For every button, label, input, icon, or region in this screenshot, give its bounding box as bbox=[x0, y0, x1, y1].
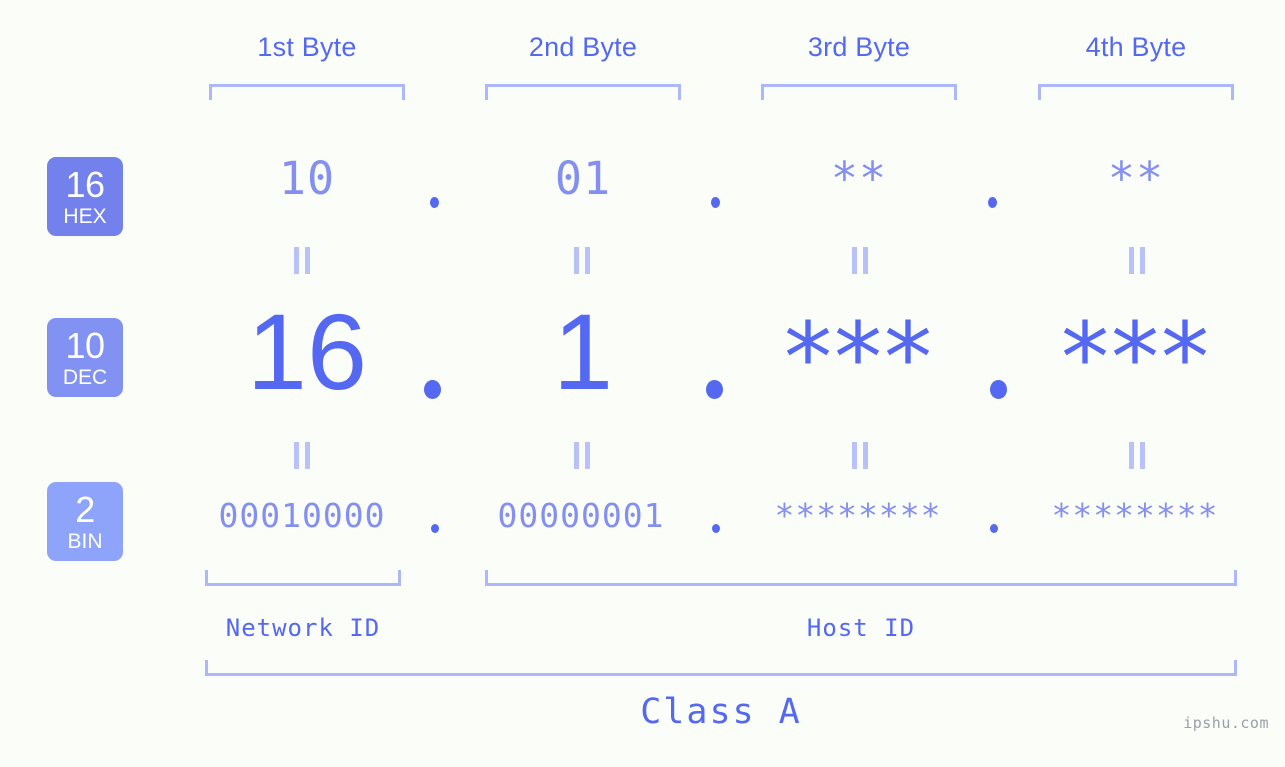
dec-byte-2: 1 bbox=[552, 291, 614, 412]
network-id-bracket bbox=[205, 570, 401, 586]
class-bracket bbox=[205, 660, 1237, 676]
equals-icon-dec-bin-3 bbox=[851, 442, 869, 469]
host-id-bracket bbox=[485, 570, 1237, 586]
equals-icon-hex-dec-2 bbox=[573, 247, 591, 274]
base-badge-bin-number: 2 bbox=[75, 488, 95, 530]
dec-byte-3: *** bbox=[784, 302, 934, 414]
byte-bracket-2 bbox=[485, 84, 681, 100]
equals-icon-hex-dec-1 bbox=[293, 247, 311, 274]
byte-header-4: 4th Byte bbox=[1085, 32, 1187, 62]
dec-byte-4: *** bbox=[1061, 302, 1211, 414]
equals-icon-dec-bin-4 bbox=[1128, 442, 1146, 469]
dec-byte-1: 16 bbox=[246, 291, 368, 412]
bin-byte-3: ******** bbox=[774, 496, 942, 535]
byte-bracket-3 bbox=[761, 84, 957, 100]
watermark: ipshu.com bbox=[1183, 714, 1269, 732]
equals-icon-dec-bin-2 bbox=[573, 442, 591, 469]
bin-byte-4: ******** bbox=[1051, 496, 1219, 535]
base-badge-hex: 16 HEX bbox=[47, 157, 123, 236]
base-badge-dec-name: DEC bbox=[62, 365, 108, 389]
byte-bracket-1 bbox=[209, 84, 405, 100]
byte-header-3: 3rd Byte bbox=[807, 32, 911, 62]
hex-byte-4: ** bbox=[1107, 152, 1165, 205]
equals-icon-hex-dec-4 bbox=[1128, 247, 1146, 274]
hex-separator-1 bbox=[430, 197, 439, 208]
bin-byte-2: 00000001 bbox=[497, 496, 665, 535]
byte-header-2: 2nd Byte bbox=[528, 32, 638, 62]
class-label: Class A bbox=[640, 692, 802, 732]
host-id-label: Host ID bbox=[806, 614, 916, 642]
ip-breakdown-diagram: 1st Byte 2nd Byte 3rd Byte 4th Byte 16 H… bbox=[0, 0, 1285, 767]
dec-separator-2 bbox=[706, 380, 723, 399]
dec-separator-1 bbox=[424, 380, 441, 399]
hex-byte-2: 01 bbox=[554, 152, 612, 205]
base-badge-hex-name: HEX bbox=[63, 204, 107, 228]
bin-separator-3 bbox=[990, 524, 998, 533]
dec-separator-3 bbox=[990, 380, 1007, 399]
equals-icon-dec-bin-1 bbox=[293, 442, 311, 469]
base-badge-bin-name: BIN bbox=[67, 529, 103, 553]
bin-byte-1: 00010000 bbox=[218, 496, 386, 535]
hex-separator-2 bbox=[711, 197, 720, 208]
hex-byte-1: 10 bbox=[278, 152, 336, 205]
equals-icon-hex-dec-3 bbox=[851, 247, 869, 274]
byte-header-1: 1st Byte bbox=[257, 32, 357, 62]
bin-separator-2 bbox=[712, 524, 720, 533]
base-badge-dec: 10 DEC bbox=[47, 318, 123, 397]
base-badge-dec-number: 10 bbox=[65, 324, 105, 366]
hex-separator-3 bbox=[988, 197, 997, 208]
network-id-label: Network ID bbox=[225, 614, 381, 642]
base-badge-hex-number: 16 bbox=[65, 163, 105, 205]
base-badge-bin: 2 BIN bbox=[47, 482, 123, 561]
bin-separator-1 bbox=[431, 524, 439, 533]
byte-bracket-4 bbox=[1038, 84, 1234, 100]
hex-byte-3: ** bbox=[830, 152, 888, 205]
